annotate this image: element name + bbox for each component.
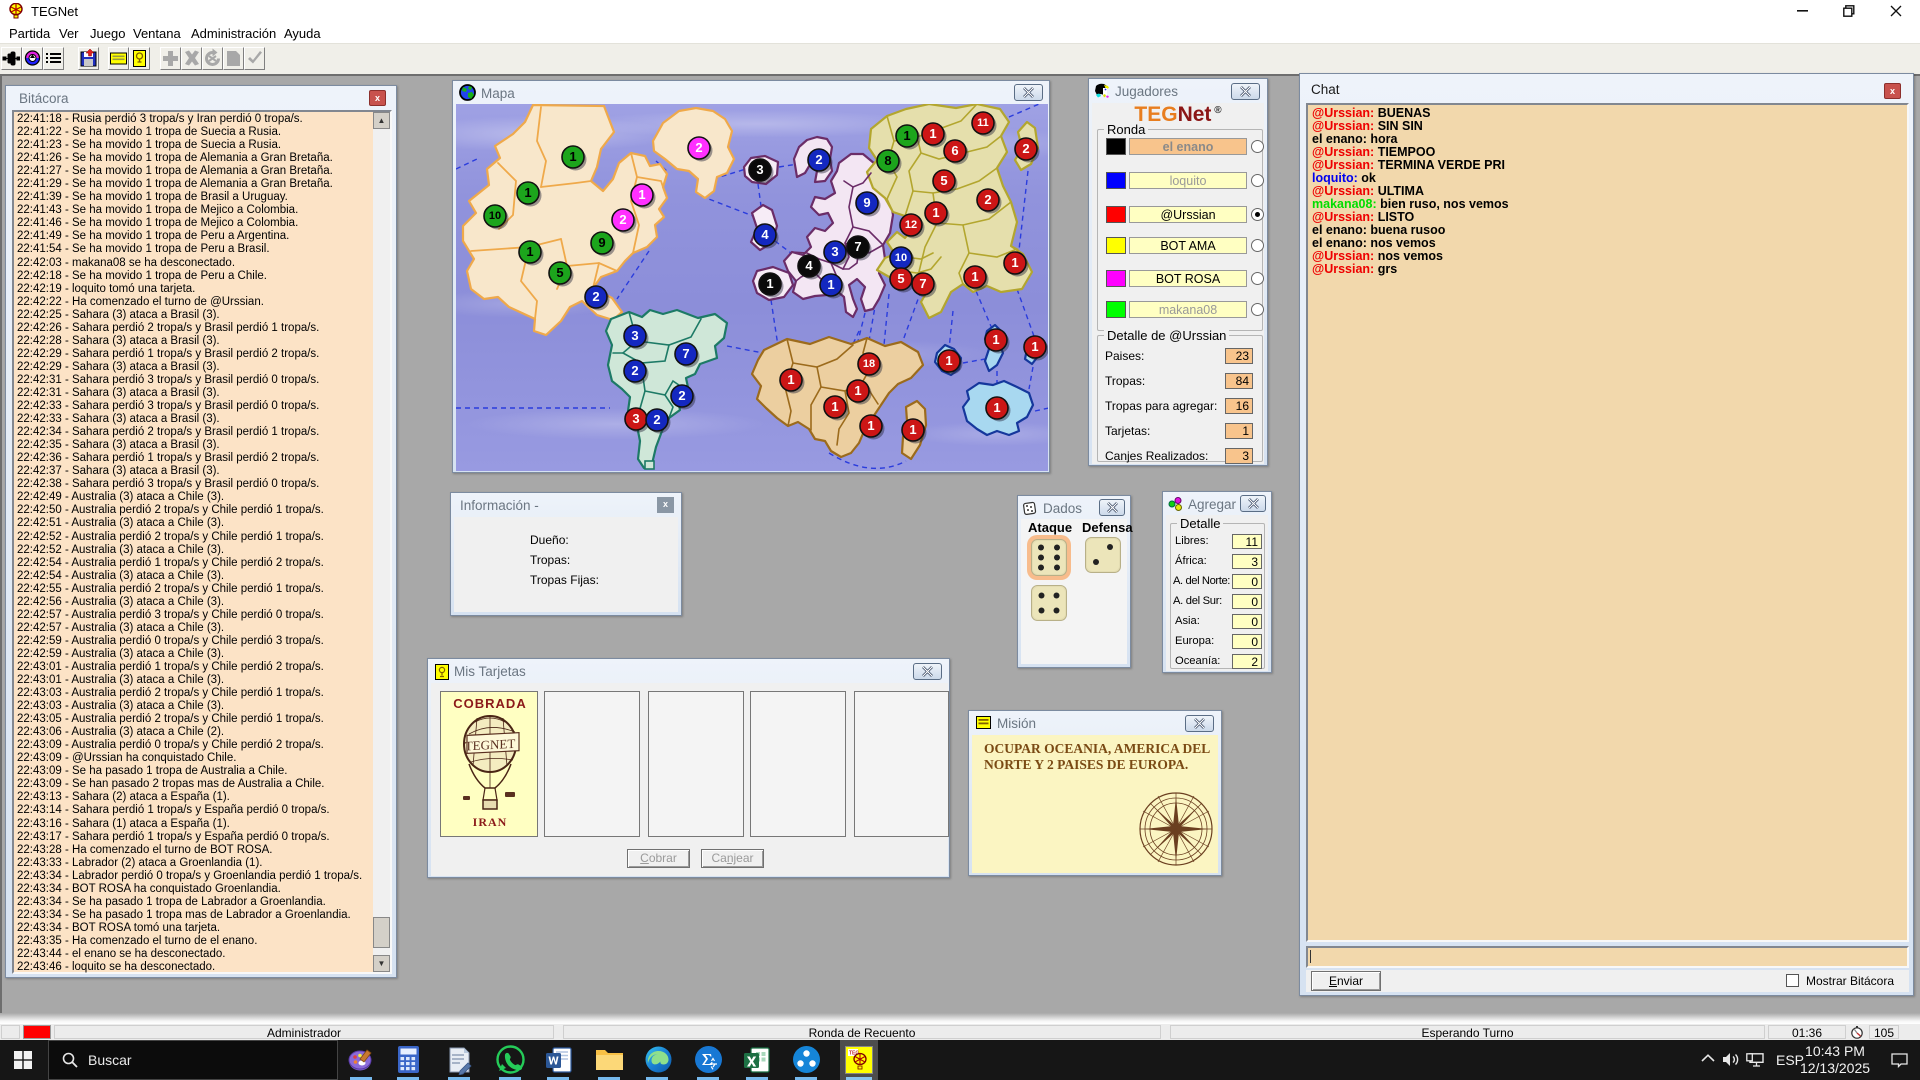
- svg-text:5: 5: [940, 173, 947, 188]
- svg-text:1: 1: [526, 244, 533, 259]
- svg-text:1: 1: [993, 400, 1000, 415]
- svg-text:1: 1: [903, 128, 910, 143]
- svg-text:1: 1: [787, 372, 794, 387]
- svg-text:2: 2: [1022, 141, 1029, 156]
- svg-text:1: 1: [945, 353, 952, 368]
- svg-text:3: 3: [631, 328, 638, 343]
- svg-text:1: 1: [932, 205, 939, 220]
- svg-text:7: 7: [682, 346, 689, 361]
- svg-text:2: 2: [695, 140, 702, 155]
- svg-text:4: 4: [761, 227, 769, 242]
- svg-text:10: 10: [895, 252, 907, 264]
- svg-text:1: 1: [827, 277, 834, 292]
- svg-text:1: 1: [929, 126, 936, 141]
- svg-text:2: 2: [984, 192, 991, 207]
- svg-text:1: 1: [909, 422, 916, 437]
- svg-text:3: 3: [831, 244, 838, 259]
- svg-text:1: 1: [854, 383, 861, 398]
- svg-text:9: 9: [598, 235, 605, 250]
- svg-text:1: 1: [638, 187, 645, 202]
- svg-text:1: 1: [1011, 255, 1018, 270]
- svg-text:1: 1: [971, 269, 978, 284]
- svg-text:2: 2: [653, 412, 660, 427]
- svg-text:1: 1: [766, 276, 773, 291]
- svg-text:1: 1: [831, 399, 838, 414]
- svg-text:1: 1: [867, 418, 874, 433]
- svg-text:7: 7: [854, 239, 861, 254]
- svg-text:2: 2: [619, 212, 626, 227]
- svg-text:12: 12: [905, 219, 917, 231]
- svg-text:1: 1: [992, 332, 999, 347]
- svg-text:2: 2: [631, 363, 638, 378]
- svg-text:10: 10: [489, 210, 501, 222]
- svg-text:6: 6: [951, 143, 958, 158]
- svg-text:3: 3: [632, 411, 639, 426]
- svg-text:1: 1: [569, 149, 576, 164]
- svg-text:2: 2: [592, 289, 599, 304]
- svg-text:2: 2: [815, 152, 822, 167]
- svg-text:TEGNET: TEGNET: [465, 736, 516, 754]
- svg-text:8: 8: [884, 153, 891, 168]
- svg-text:11: 11: [977, 117, 989, 129]
- svg-text:5: 5: [556, 265, 563, 280]
- svg-text:1: 1: [524, 185, 531, 200]
- svg-text:4: 4: [805, 258, 813, 273]
- svg-text:18: 18: [863, 358, 875, 370]
- svg-text:2: 2: [678, 388, 685, 403]
- svg-text:3: 3: [756, 162, 763, 177]
- svg-text:5: 5: [897, 271, 904, 286]
- svg-text:9: 9: [863, 195, 870, 210]
- svg-text:1: 1: [1031, 339, 1038, 354]
- svg-text:7: 7: [919, 276, 926, 291]
